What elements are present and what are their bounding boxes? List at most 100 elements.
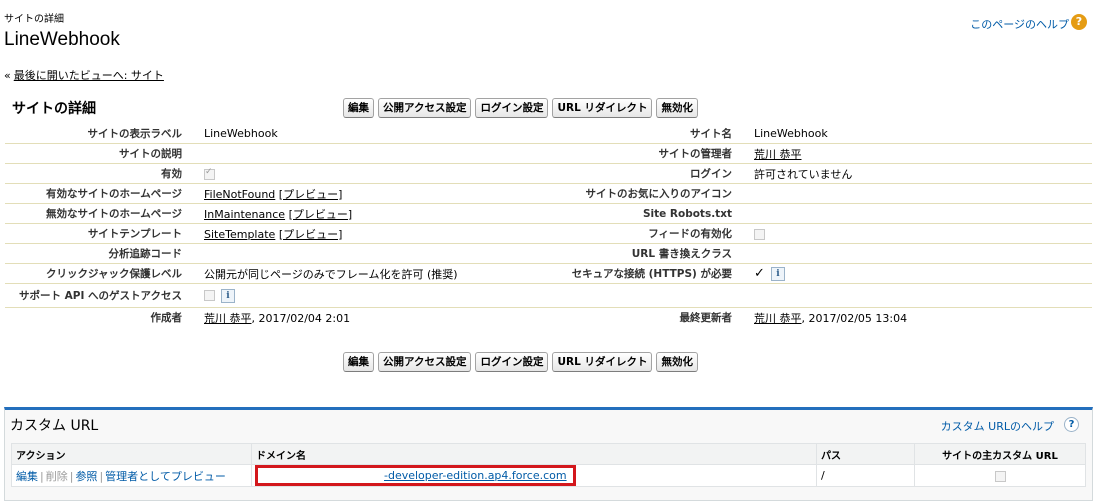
field-label: Site Robots.txt (555, 203, 750, 224)
path-cell: / (816, 464, 915, 487)
guest-api-checkbox (204, 290, 215, 301)
column-header-action: アクション (11, 443, 252, 465)
edit-button[interactable]: 編集 (343, 98, 374, 118)
detail-row: クリックジャック保護レベル 公開元が同じページのみでフレーム化を許可 (推奨) … (5, 263, 1092, 284)
url-redirect-button[interactable]: URL リダイレクト (552, 352, 653, 372)
column-header-domain: ドメイン名 (251, 443, 817, 465)
custom-url-related-list: カスタム URL カスタム URLのヘルプ ? アクション ドメイン名 パス サ… (4, 407, 1093, 501)
action-cell: 編集 | 削除 | 参照 | 管理者としてプレビュー (11, 464, 252, 487)
active-checkbox (204, 167, 215, 180)
custom-url-table: アクション ドメイン名 パス サイトの主カスタム URL 編集 | 削除 | 参照 | 管理… (11, 443, 1086, 487)
active-home-page-link[interactable]: FileNotFound (204, 188, 275, 201)
delete-link: 削除 (45, 469, 68, 483)
field-label: 最終更新者 (679, 312, 733, 324)
field-label: サポート API へのゲストアクセス (5, 283, 200, 308)
edit-link[interactable]: 編集 (16, 470, 38, 483)
question-icon[interactable]: ? (1064, 417, 1079, 432)
detail-button-row-top: 編集 公開アクセス設定 ログイン設定 URL リダイレクト 無効化 (343, 98, 698, 118)
detail-row: サイトの表示ラベル LineWebhook サイト名 LineWebhook (5, 124, 1092, 144)
public-access-settings-button[interactable]: 公開アクセス設定 (378, 352, 472, 372)
modified-by-link[interactable]: 荒川 恭平 (754, 312, 802, 325)
modified-date: , 2017/02/05 13:04 (801, 311, 908, 325)
field-value (200, 143, 555, 164)
field-label: クリックジャック保護レベル (5, 263, 200, 284)
detail-row: 有効なサイトのホームページ FileNotFound [プレビュー] サイトのお… (5, 183, 1092, 204)
login-settings-button[interactable]: ログイン設定 (475, 98, 549, 118)
double-chevron-left-icon: « (4, 69, 11, 82)
field-label: フィードの有効化 (555, 223, 750, 244)
detail-row: 作成者 荒川 恭平, 2017/02/04 2:01 最終更新者 荒川 恭平, … (5, 308, 1092, 328)
created-by-link[interactable]: 荒川 恭平 (204, 312, 252, 325)
url-redirect-button[interactable]: URL リダイレクト (552, 98, 653, 118)
preview-link[interactable]: [プレビュー] (279, 188, 343, 201)
edit-button[interactable]: 編集 (343, 352, 374, 372)
view-link[interactable]: 参照 (75, 470, 97, 483)
primary-cell (914, 464, 1086, 487)
primary-custom-url-checkbox (994, 470, 1006, 482)
field-value (750, 243, 1092, 264)
domain-cell: -developer-edition.ap4.force.com (251, 464, 817, 487)
custom-url-help-link[interactable]: カスタム URLのヘルプ (941, 418, 1054, 434)
back-link-label[interactable]: 最後に開いたビューへ: サイト (14, 69, 164, 82)
detail-row: 分析追跡コード URL 書き換えクラス (5, 243, 1092, 264)
field-label: ログイン (555, 163, 750, 184)
feed-enabled-checkbox (754, 228, 765, 240)
site-template-link[interactable]: SiteTemplate (204, 228, 275, 241)
field-value: LineWebhook (750, 124, 1092, 144)
detail-row: サイトテンプレート SiteTemplate [プレビュー] フィードの有効化 (5, 223, 1092, 244)
domain-link[interactable]: -developer-edition.ap4.force.com (384, 469, 567, 482)
page-help-link[interactable]: このページのヘルプ (970, 16, 1069, 32)
field-label (555, 283, 750, 308)
field-label: 有効 (5, 163, 200, 184)
detail-row: 有効 ログイン 許可されていません (5, 163, 1092, 184)
public-access-settings-button[interactable]: 公開アクセス設定 (378, 98, 472, 118)
field-value (750, 203, 1092, 224)
site-admin-link[interactable]: 荒川 恭平 (754, 148, 802, 161)
field-label: 無効なサイトのホームページ (5, 203, 200, 224)
field-value (750, 283, 1092, 308)
column-header-primary: サイトの主カスタム URL (914, 443, 1086, 465)
field-value: 公開元が同じページのみでフレーム化を許可 (推奨) (200, 263, 555, 284)
field-label: 有効なサイトのホームページ (5, 183, 200, 204)
field-value: LineWebhook (200, 124, 555, 144)
field-label: サイトの表示ラベル (5, 124, 200, 144)
field-label: サイトの管理者 (555, 143, 750, 164)
detail-section-title: サイトの詳細 (12, 101, 96, 117)
field-label: サイトの説明 (5, 143, 200, 164)
created-date: , 2017/02/04 2:01 (251, 311, 351, 325)
field-label: 作成者 (150, 312, 183, 324)
table-header-row: アクション ドメイン名 パス サイトの主カスタム URL (11, 443, 1086, 465)
deactivate-button[interactable]: 無効化 (656, 98, 698, 118)
inactive-home-page-link[interactable]: InMaintenance (204, 208, 285, 221)
detail-row: 無効なサイトのホームページ InMaintenance [プレビュー] Site… (5, 203, 1092, 224)
table-row: 編集 | 削除 | 参照 | 管理者としてプレビュー -developer-edition.… (11, 464, 1086, 487)
domain-highlight-box: -developer-edition.ap4.force.com (255, 465, 576, 486)
field-label: サイト名 (555, 124, 750, 144)
checkmark-icon: ✓ (754, 266, 765, 281)
field-label: サイトのお気に入りのアイコン (555, 183, 750, 204)
preview-as-admin-link[interactable]: 管理者としてプレビュー (105, 470, 226, 483)
deactivate-button[interactable]: 無効化 (656, 352, 698, 372)
column-header-path: パス (816, 443, 915, 465)
info-icon[interactable]: i (221, 288, 235, 303)
detail-row: サポート API へのゲストアクセス i (5, 283, 1092, 308)
field-label: URL 書き換えクラス (555, 243, 750, 264)
preview-link[interactable]: [プレビュー] (289, 208, 353, 221)
field-label: 分析追跡コード (5, 243, 200, 264)
login-settings-button[interactable]: ログイン設定 (475, 352, 549, 372)
field-value (750, 183, 1092, 204)
page-crumb: サイトの詳細 (4, 14, 64, 25)
field-label: サイトテンプレート (5, 223, 200, 244)
detail-button-row-bottom: 編集 公開アクセス設定 ログイン設定 URL リダイレクト 無効化 (343, 352, 698, 372)
field-value: 許可されていません (750, 163, 1092, 184)
field-value (200, 243, 555, 264)
page-title: LineWebhook (4, 29, 120, 50)
info-icon[interactable]: i (770, 267, 785, 281)
site-detail-table: サイトの表示ラベル LineWebhook サイト名 LineWebhook サ… (5, 124, 1092, 327)
field-label: セキュアな接続 (HTTPS) が必要 (555, 263, 750, 284)
question-icon[interactable]: ? (1071, 14, 1087, 30)
preview-link[interactable]: [プレビュー] (279, 228, 343, 241)
custom-url-title: カスタム URL (10, 418, 99, 434)
back-to-list-link[interactable]: «最後に開いたビューへ: サイト (4, 67, 164, 83)
detail-row: サイトの説明 サイトの管理者 荒川 恭平 (5, 143, 1092, 164)
